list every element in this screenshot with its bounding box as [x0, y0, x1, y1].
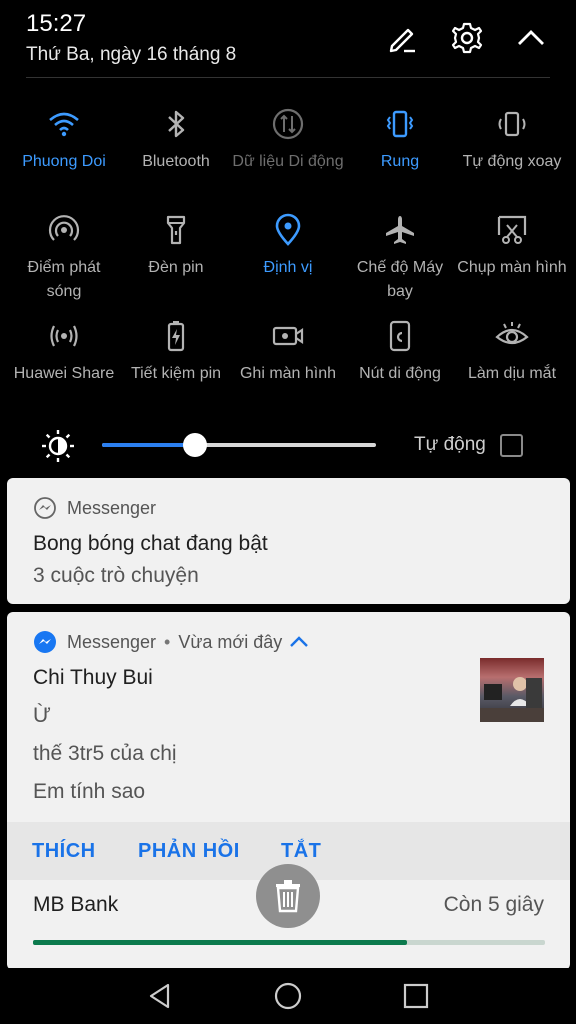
message-line: thế 3tr5 của chị [33, 742, 177, 765]
bank-app-name: MB Bank [33, 893, 119, 916]
chevron-up-icon[interactable] [288, 631, 310, 653]
quick-tile-battery-saver[interactable]: Tiết kiệm pin [120, 316, 232, 386]
quick-tile-label: Tự động xoay [462, 153, 562, 170]
mute-action-button[interactable]: TẮT [281, 840, 321, 863]
pencil-icon[interactable] [384, 20, 420, 56]
messenger-icon [34, 631, 56, 653]
message-line: Em tính sao [33, 780, 146, 803]
quick-tile-mobile-data[interactable]: Dữ liệu Di động [232, 104, 344, 174]
quick-tile-flashlight[interactable]: Đèn pin [120, 210, 232, 280]
brightness-icon [40, 428, 76, 464]
home-circle-icon [274, 982, 302, 1010]
status-time: 15:27 [26, 10, 87, 37]
quick-tile-label: Dữ liệu Di động [232, 153, 344, 170]
quick-tile-label: Ghi màn hình [239, 365, 337, 382]
quick-tile-wifi[interactable]: Phuong Doi [8, 104, 120, 174]
quick-tile-label: Rung [380, 153, 420, 170]
quick-tile-label: Điểm phát sóng [27, 259, 101, 300]
floating-dock-icon [380, 316, 420, 356]
notification-title: Bong bóng chat đang bật [33, 532, 268, 555]
header-divider [26, 77, 550, 78]
eye-comfort-icon [492, 316, 532, 356]
screen-record-icon [268, 316, 308, 356]
messenger-icon [34, 497, 56, 519]
quick-tile-label: Bluetooth [142, 153, 210, 170]
quick-tile-label: Chụp màn hình [457, 259, 567, 276]
contact-photo [480, 658, 544, 722]
like-action-button[interactable]: THÍCH [32, 840, 96, 863]
location-icon [268, 210, 308, 250]
quick-tile-label: Làm dịu mắt [467, 365, 557, 382]
notification-app-name: Messenger [67, 631, 157, 652]
quick-tile-label: Huawei Share [13, 365, 115, 382]
quick-tile-label: Chế độ Máy bay [356, 259, 444, 300]
bank-countdown: Còn 5 giây [443, 893, 544, 916]
notification-header: Messenger • Vừa mới đây [33, 630, 310, 654]
flashlight-icon [156, 210, 196, 250]
quick-tile-floating-dock[interactable]: Nút di động [344, 316, 456, 386]
quick-tile-huawei-share[interactable]: Huawei Share [8, 316, 120, 386]
quick-tile-location[interactable]: Định vị [232, 210, 344, 280]
screenshot-icon [492, 210, 532, 250]
back-triangle-icon [149, 983, 170, 1009]
quick-tile-hotspot[interactable]: Điểm phát sóng [8, 210, 120, 304]
trash-icon [276, 880, 300, 913]
quick-tile-label: Nút di động [359, 365, 441, 382]
notification-text: 3 cuộc trò chuyện [33, 564, 199, 587]
clear-all-button[interactable] [256, 864, 320, 928]
navigation-bar [0, 968, 576, 1024]
status-date: Thứ Ba, ngày 16 tháng 8 [26, 44, 237, 65]
mobile-data-icon [268, 104, 308, 144]
message-line: Ừ [33, 704, 51, 727]
wifi-icon [44, 104, 84, 144]
bubbles-notification[interactable]: Messenger Bong bóng chat đang bật 3 cuộc… [7, 478, 570, 604]
home-button[interactable] [270, 978, 306, 1014]
quick-tile-label: Định vị [263, 259, 313, 276]
notification-app-name: Messenger [67, 497, 157, 518]
huawei-share-icon [44, 316, 84, 356]
quick-tile-screen-record[interactable]: Ghi màn hình [232, 316, 344, 386]
quick-tile-label: Phuong Doi [22, 153, 106, 170]
chevron-up-icon[interactable] [513, 20, 549, 56]
message-sender: Chi Thuy Bui [33, 666, 153, 689]
hotspot-icon [44, 210, 84, 250]
recents-button[interactable] [398, 978, 434, 1014]
airplane-icon [380, 210, 420, 250]
brightness-slider-thumb[interactable] [183, 433, 208, 457]
quick-tile-vibrate[interactable]: Rung [344, 104, 456, 174]
battery-saver-icon [156, 316, 196, 356]
back-button[interactable] [142, 978, 178, 1014]
reply-action-button[interactable]: PHẢN HỒI [138, 840, 240, 863]
recents-square-icon [403, 983, 429, 1009]
vibrate-icon [380, 104, 420, 144]
brightness-slider-fill [102, 443, 196, 447]
auto-rotate-icon [492, 104, 532, 144]
notification-header: Messenger [33, 496, 156, 520]
quick-tile-airplane[interactable]: Chế độ Máy bay [344, 210, 456, 304]
gear-icon[interactable] [449, 20, 485, 56]
quick-tile-label: Tiết kiệm pin [130, 365, 222, 382]
notification-time: Vừa mới đây [178, 631, 283, 652]
quick-tile-auto-rotate[interactable]: Tự động xoay [456, 104, 568, 174]
auto-brightness-label: Tự động [414, 434, 486, 455]
quick-tile-eye-comfort[interactable]: Làm dịu mắt [456, 316, 568, 386]
auto-brightness-checkbox[interactable] [500, 434, 523, 457]
separator-dot: • [164, 631, 171, 652]
bluetooth-icon [156, 104, 196, 144]
bank-progress-fill [33, 940, 407, 945]
brightness-slider[interactable] [102, 433, 376, 457]
quick-tile-screenshot[interactable]: Chụp màn hình [456, 210, 568, 280]
quick-tile-bluetooth[interactable]: Bluetooth [120, 104, 232, 174]
bank-progress-bar [33, 940, 545, 945]
quick-tile-label: Đèn pin [148, 259, 204, 276]
